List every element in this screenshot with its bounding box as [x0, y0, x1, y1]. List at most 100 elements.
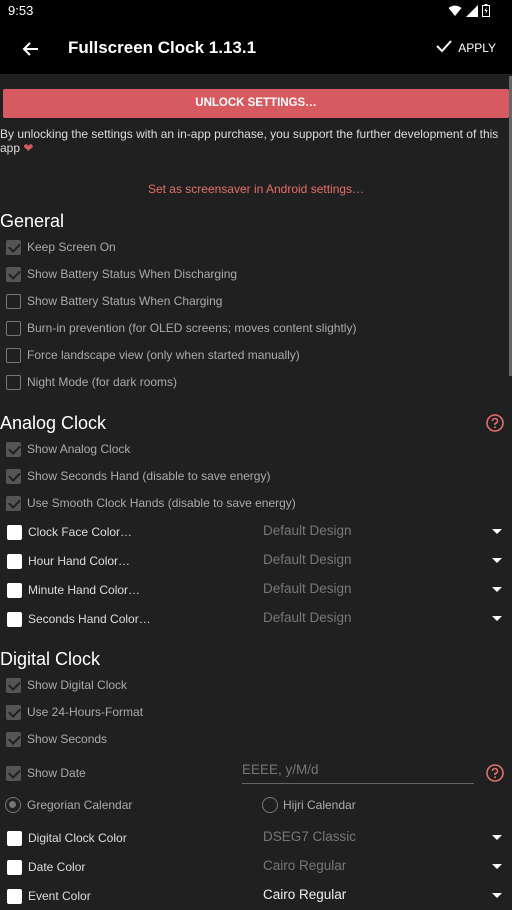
show-analog-checkbox[interactable]: [6, 442, 21, 457]
face-color-row[interactable]: Clock Face Color… Default Design: [0, 521, 512, 545]
status-time: 9:53: [8, 3, 34, 18]
seconds-color-row[interactable]: Seconds Hand Color… Default Design: [0, 608, 512, 632]
app-bar: Fullscreen Clock 1.13.1 APPLY: [0, 24, 512, 74]
hour-color-checkbox[interactable]: [7, 554, 22, 569]
signal-icon: [466, 4, 478, 22]
use-24h-row[interactable]: Use 24-Hours-Format: [0, 701, 512, 725]
calendar-row[interactable]: Gregorian Calendar Hijri Calendar: [0, 794, 512, 818]
gregorian-label: Gregorian Calendar: [27, 798, 133, 812]
gregorian-radio[interactable]: [5, 797, 21, 813]
show-seconds-row[interactable]: Show Seconds: [0, 728, 512, 752]
chevron-down-icon[interactable]: [492, 587, 502, 592]
night-mode-label: Night Mode (for dark rooms): [27, 375, 178, 389]
seconds-color-label: Seconds Hand Color…: [28, 612, 151, 626]
show-digital-row[interactable]: Show Digital Clock: [0, 674, 512, 698]
show-analog-row[interactable]: Show Analog Clock: [0, 438, 512, 462]
chevron-down-icon[interactable]: [492, 529, 502, 534]
date-help-icon[interactable]: [486, 764, 504, 782]
date-color-row[interactable]: Date Color Cairo Regular: [0, 856, 512, 880]
show-digital-checkbox[interactable]: [6, 678, 21, 693]
date-format-input[interactable]: EEEE, y/M/d: [242, 762, 474, 784]
status-bar: 9:53: [0, 0, 512, 24]
chevron-down-icon[interactable]: [492, 616, 502, 621]
show-date-label: Show Date: [27, 766, 86, 780]
settings-content[interactable]: UNLOCK SETTINGS… By unlocking the settin…: [0, 74, 512, 910]
landscape-row[interactable]: Force landscape view (only when started …: [0, 344, 512, 368]
smooth-hands-label: Use Smooth Clock Hands (disable to save …: [27, 496, 296, 510]
apply-button[interactable]: APPLY: [436, 39, 496, 56]
battery-charging-checkbox[interactable]: [6, 294, 21, 309]
back-arrow-icon[interactable]: [20, 38, 42, 60]
battery-discharging-checkbox[interactable]: [6, 267, 21, 282]
chevron-down-icon[interactable]: [492, 558, 502, 563]
minute-color-checkbox[interactable]: [7, 583, 22, 598]
event-color-checkbox[interactable]: [7, 889, 22, 904]
night-mode-row[interactable]: Night Mode (for dark rooms): [0, 371, 512, 395]
burn-in-checkbox[interactable]: [6, 321, 21, 336]
face-color-label: Clock Face Color…: [28, 525, 133, 539]
status-icons: [448, 4, 490, 22]
seconds-hand-checkbox[interactable]: [6, 469, 21, 484]
show-seconds-label: Show Seconds: [27, 732, 108, 746]
seconds-color-checkbox[interactable]: [7, 612, 22, 627]
seconds-color-dropdown[interactable]: Default Design: [263, 610, 352, 625]
show-seconds-checkbox[interactable]: [6, 732, 21, 747]
burn-in-label: Burn-in prevention (for OLED screens; mo…: [27, 321, 357, 335]
check-icon: [436, 39, 452, 56]
screensaver-link[interactable]: Set as screensaver in Android settings…: [0, 182, 512, 196]
heart-icon: ❤: [23, 141, 34, 155]
seconds-hand-label: Show Seconds Hand (disable to save energ…: [27, 469, 271, 483]
keep-screen-on-label: Keep Screen On: [27, 240, 116, 254]
section-title-digital: Digital Clock: [0, 649, 101, 669]
section-title-analog: Analog Clock: [0, 413, 107, 433]
minute-color-label: Minute Hand Color…: [28, 583, 141, 597]
wifi-icon: [448, 4, 462, 22]
keep-screen-on-row[interactable]: Keep Screen On: [0, 236, 512, 260]
section-title-general: General: [0, 211, 65, 231]
battery-charging-row[interactable]: Show Battery Status When Charging: [0, 290, 512, 314]
date-color-checkbox[interactable]: [7, 860, 22, 875]
seconds-hand-row[interactable]: Show Seconds Hand (disable to save energ…: [0, 465, 512, 489]
digital-color-label: Digital Clock Color: [28, 831, 127, 845]
smooth-hands-checkbox[interactable]: [6, 496, 21, 511]
hour-color-dropdown[interactable]: Default Design: [263, 552, 352, 567]
face-color-dropdown[interactable]: Default Design: [263, 523, 352, 538]
minute-color-row[interactable]: Minute Hand Color… Default Design: [0, 579, 512, 603]
chevron-down-icon[interactable]: [492, 893, 502, 898]
battery-discharging-row[interactable]: Show Battery Status When Discharging: [0, 263, 512, 287]
date-font-dropdown[interactable]: Cairo Regular: [263, 858, 346, 873]
keep-screen-on-checkbox[interactable]: [6, 240, 21, 255]
landscape-checkbox[interactable]: [6, 348, 21, 363]
show-analog-label: Show Analog Clock: [27, 442, 131, 456]
event-font-dropdown[interactable]: Cairo Regular: [263, 887, 346, 902]
hijri-radio[interactable]: [262, 797, 278, 813]
use-24h-label: Use 24-Hours-Format: [27, 705, 144, 719]
digital-color-checkbox[interactable]: [7, 831, 22, 846]
use-24h-checkbox[interactable]: [6, 705, 21, 720]
face-color-checkbox[interactable]: [7, 525, 22, 540]
chevron-down-icon[interactable]: [492, 864, 502, 869]
show-date-row[interactable]: Show Date EEEE, y/M/d: [0, 762, 512, 786]
digital-font-dropdown[interactable]: DSEG7 Classic: [263, 829, 356, 844]
hour-color-row[interactable]: Hour Hand Color… Default Design: [0, 550, 512, 574]
hijri-label: Hijri Calendar: [283, 798, 356, 812]
minute-color-dropdown[interactable]: Default Design: [263, 581, 352, 596]
battery-charging-label: Show Battery Status When Charging: [27, 294, 223, 308]
show-date-checkbox[interactable]: [6, 766, 21, 781]
event-color-row[interactable]: Event Color Cairo Regular: [0, 885, 512, 909]
page-title: Fullscreen Clock 1.13.1: [68, 38, 257, 57]
smooth-hands-row[interactable]: Use Smooth Clock Hands (disable to save …: [0, 492, 512, 516]
digital-color-row[interactable]: Digital Clock Color DSEG7 Classic: [0, 827, 512, 851]
info-text: By unlocking the settings with an in-app…: [0, 127, 499, 155]
event-color-label: Event Color: [28, 889, 91, 903]
battery-icon: [482, 4, 490, 22]
unlock-settings-button[interactable]: UNLOCK SETTINGS…: [3, 89, 509, 118]
hour-color-label: Hour Hand Color…: [28, 554, 131, 568]
chevron-down-icon[interactable]: [492, 835, 502, 840]
landscape-label: Force landscape view (only when started …: [27, 348, 300, 362]
night-mode-checkbox[interactable]: [6, 375, 21, 390]
apply-label: APPLY: [458, 40, 496, 55]
burn-in-row[interactable]: Burn-in prevention (for OLED screens; mo…: [0, 317, 512, 341]
show-digital-label: Show Digital Clock: [27, 678, 128, 692]
analog-help-icon[interactable]: [486, 414, 504, 432]
